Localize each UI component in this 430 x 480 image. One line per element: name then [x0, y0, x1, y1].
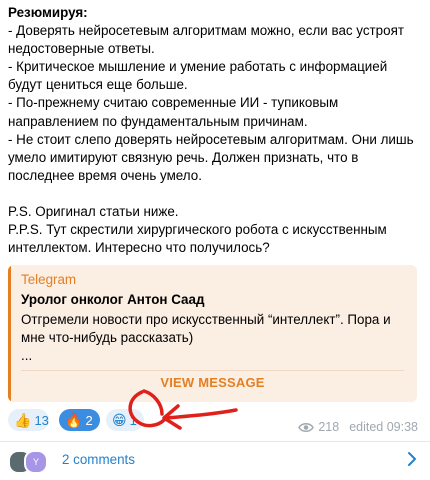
reaction-count: 13 [34, 412, 49, 428]
post-meta: 218 edited 09:38 [298, 420, 418, 434]
reaction-count: 2 [85, 412, 93, 428]
views-count: 218 [318, 420, 340, 434]
annotation-arrow-icon [128, 389, 238, 430]
post-line-3: - По-прежнему считаю современные ИИ - ту… [8, 95, 339, 129]
post-pps: P.P.S. Тут скрестили хирургического робо… [8, 222, 387, 256]
reaction-thumbs-up[interactable]: 👍 13 [8, 409, 49, 431]
thumbs-up-icon: 👍 [14, 411, 32, 428]
forward-divider [21, 370, 404, 371]
comments-row[interactable]: Y 2 comments [0, 442, 430, 480]
forward-source[interactable]: Telegram [21, 272, 76, 287]
eye-icon [298, 422, 315, 432]
channel-post: Резюмируя: - Доверять нейросетевым алгор… [0, 0, 430, 480]
post-line-1: - Доверять нейросетевым алгоритмам можно… [8, 23, 404, 57]
fire-icon: 🔥 [65, 411, 83, 428]
forward-body: Отгремели новости про искусственный “инт… [21, 311, 406, 365]
forwarded-message-card[interactable]: Telegram Уролог онколог Антон Саад Отгре… [8, 265, 417, 402]
edited-time: edited 09:38 [349, 420, 418, 434]
post-text: Резюмируя: - Доверять нейросетевым алгор… [8, 4, 423, 257]
post-ps: P.S. Оригинал статьи ниже. [8, 203, 179, 219]
chevron-right-icon [408, 452, 416, 466]
post-line-2: - Критическое мышление и умение работать… [8, 59, 388, 93]
reaction-fire[interactable]: 🔥 2 [59, 409, 100, 431]
avatar: Y [24, 450, 48, 474]
post-heading: Резюмируя: [8, 5, 88, 20]
post-line-4: - Не стоит слепо доверять нейросетевым а… [8, 131, 414, 183]
forward-body-text: Отгремели новости про искусственный “инт… [21, 312, 391, 345]
comments-link[interactable]: 2 comments [62, 452, 135, 467]
forward-ellipsis: ... [21, 348, 33, 363]
forward-author[interactable]: Уролог онколог Антон Саад [21, 292, 204, 307]
